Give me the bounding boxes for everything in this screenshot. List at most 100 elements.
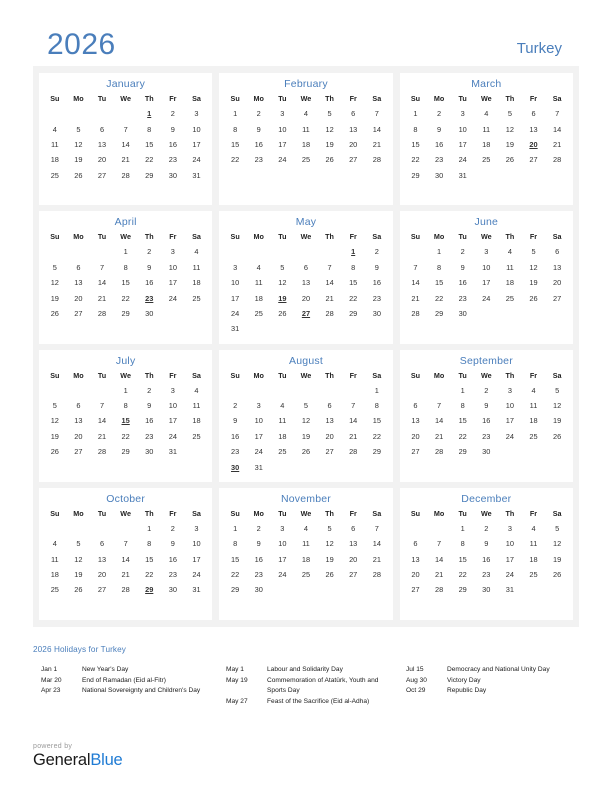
- day-cell[interactable]: 7: [90, 260, 114, 275]
- day-cell[interactable]: 6: [67, 398, 91, 413]
- day-cell[interactable]: 13: [404, 413, 428, 428]
- day-cell[interactable]: 4: [294, 521, 318, 536]
- day-cell[interactable]: 30: [474, 582, 498, 597]
- day-cell[interactable]: 3: [451, 106, 475, 121]
- day-cell[interactable]: 9: [474, 398, 498, 413]
- day-cell[interactable]: 14: [365, 536, 389, 551]
- day-cell[interactable]: 10: [247, 413, 271, 428]
- day-cell[interactable]: 29: [451, 582, 475, 597]
- day-cell[interactable]: 2: [161, 521, 185, 536]
- day-cell[interactable]: 2: [247, 521, 271, 536]
- day-cell[interactable]: 20: [294, 290, 318, 305]
- day-cell[interactable]: 7: [90, 398, 114, 413]
- day-cell[interactable]: 5: [67, 536, 91, 551]
- day-cell[interactable]: 2: [451, 244, 475, 259]
- day-cell[interactable]: 30: [161, 168, 185, 183]
- day-cell[interactable]: 11: [247, 275, 271, 290]
- day-cell[interactable]: 13: [90, 552, 114, 567]
- day-cell[interactable]: 9: [161, 536, 185, 551]
- day-cell[interactable]: 11: [498, 260, 522, 275]
- day-cell[interactable]: 5: [318, 106, 342, 121]
- day-cell[interactable]: 1: [223, 521, 247, 536]
- day-cell[interactable]: 9: [427, 121, 451, 136]
- generalblue-logo[interactable]: GeneralBlue: [33, 751, 123, 770]
- day-cell[interactable]: 19: [545, 413, 569, 428]
- day-cell[interactable]: 4: [185, 383, 209, 398]
- day-cell[interactable]: 13: [67, 413, 91, 428]
- day-cell[interactable]: 19: [522, 275, 546, 290]
- day-cell[interactable]: 8: [137, 121, 161, 136]
- day-cell[interactable]: 14: [90, 275, 114, 290]
- day-cell[interactable]: 29: [223, 582, 247, 597]
- day-cell[interactable]: 8: [223, 536, 247, 551]
- day-cell-holiday[interactable]: 27: [294, 306, 318, 321]
- day-cell[interactable]: 14: [427, 552, 451, 567]
- day-cell[interactable]: 15: [451, 413, 475, 428]
- day-cell[interactable]: 11: [185, 260, 209, 275]
- day-cell[interactable]: 26: [545, 429, 569, 444]
- day-cell[interactable]: 20: [318, 429, 342, 444]
- day-cell[interactable]: 13: [90, 137, 114, 152]
- day-cell[interactable]: 15: [137, 552, 161, 567]
- day-cell[interactable]: 1: [451, 383, 475, 398]
- day-cell[interactable]: 18: [185, 275, 209, 290]
- day-cell[interactable]: 28: [114, 582, 138, 597]
- day-cell[interactable]: 31: [223, 321, 247, 336]
- day-cell[interactable]: 5: [67, 121, 91, 136]
- day-cell[interactable]: 8: [223, 121, 247, 136]
- day-cell[interactable]: 23: [137, 429, 161, 444]
- day-cell[interactable]: 19: [294, 429, 318, 444]
- day-cell[interactable]: 4: [43, 121, 67, 136]
- day-cell[interactable]: 11: [185, 398, 209, 413]
- day-cell[interactable]: 27: [404, 582, 428, 597]
- day-cell[interactable]: 29: [427, 306, 451, 321]
- day-cell[interactable]: 23: [474, 429, 498, 444]
- day-cell[interactable]: 20: [90, 567, 114, 582]
- day-cell[interactable]: 9: [137, 260, 161, 275]
- day-cell[interactable]: 18: [294, 137, 318, 152]
- day-cell[interactable]: 10: [271, 121, 295, 136]
- day-cell[interactable]: 14: [318, 275, 342, 290]
- day-cell[interactable]: 24: [161, 429, 185, 444]
- day-cell[interactable]: 9: [451, 260, 475, 275]
- day-cell[interactable]: 31: [498, 582, 522, 597]
- day-cell[interactable]: 9: [137, 398, 161, 413]
- day-cell[interactable]: 21: [365, 137, 389, 152]
- day-cell[interactable]: 15: [365, 413, 389, 428]
- day-cell[interactable]: 13: [545, 260, 569, 275]
- day-cell[interactable]: 19: [67, 567, 91, 582]
- day-cell[interactable]: 17: [271, 552, 295, 567]
- day-cell[interactable]: 25: [43, 168, 67, 183]
- day-cell[interactable]: 15: [341, 275, 365, 290]
- day-cell[interactable]: 25: [294, 152, 318, 167]
- day-cell-holiday[interactable]: 30: [223, 459, 247, 474]
- day-cell[interactable]: 23: [427, 152, 451, 167]
- day-cell[interactable]: 13: [404, 552, 428, 567]
- day-cell[interactable]: 24: [474, 290, 498, 305]
- day-cell[interactable]: 3: [161, 244, 185, 259]
- day-cell[interactable]: 8: [451, 536, 475, 551]
- day-cell[interactable]: 23: [161, 152, 185, 167]
- day-cell[interactable]: 27: [404, 444, 428, 459]
- day-cell[interactable]: 25: [294, 567, 318, 582]
- day-cell[interactable]: 29: [114, 306, 138, 321]
- day-cell[interactable]: 23: [451, 290, 475, 305]
- day-cell[interactable]: 20: [67, 290, 91, 305]
- day-cell[interactable]: 17: [498, 413, 522, 428]
- day-cell[interactable]: 19: [318, 552, 342, 567]
- day-cell[interactable]: 26: [43, 444, 67, 459]
- day-cell[interactable]: 22: [451, 567, 475, 582]
- day-cell[interactable]: 12: [294, 413, 318, 428]
- day-cell[interactable]: 22: [114, 290, 138, 305]
- day-cell[interactable]: 5: [43, 260, 67, 275]
- day-cell[interactable]: 18: [474, 137, 498, 152]
- day-cell[interactable]: 18: [522, 413, 546, 428]
- day-cell[interactable]: 23: [247, 152, 271, 167]
- day-cell[interactable]: 22: [451, 429, 475, 444]
- day-cell[interactable]: 17: [247, 429, 271, 444]
- day-cell[interactable]: 17: [498, 552, 522, 567]
- day-cell[interactable]: 30: [247, 582, 271, 597]
- day-cell[interactable]: 12: [43, 275, 67, 290]
- day-cell[interactable]: 9: [247, 121, 271, 136]
- day-cell[interactable]: 5: [318, 521, 342, 536]
